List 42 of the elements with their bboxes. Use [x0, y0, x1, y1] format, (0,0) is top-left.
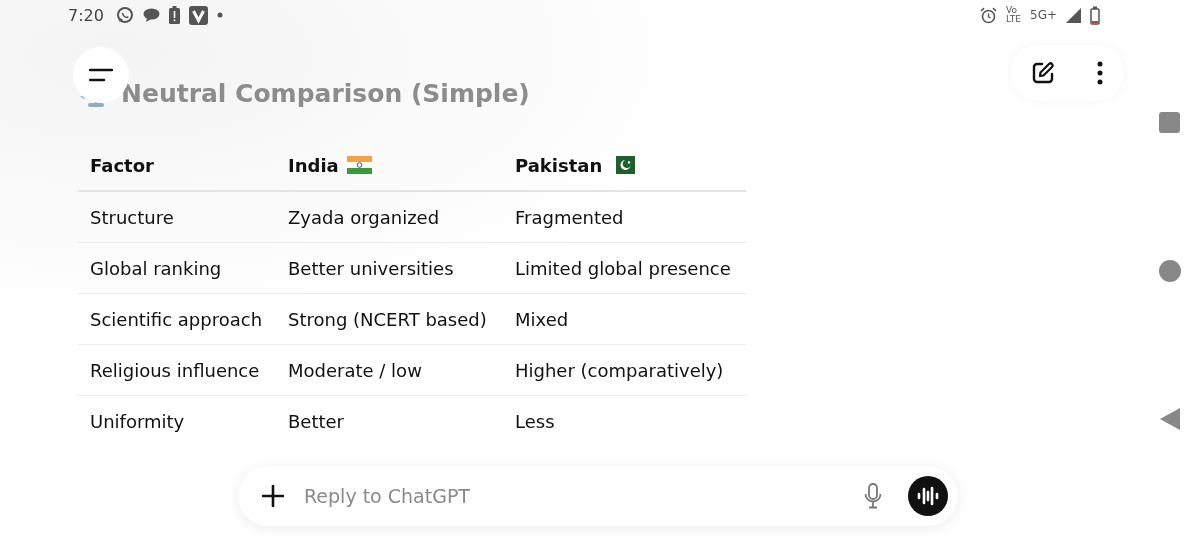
edit-icon [1031, 61, 1055, 85]
app-icon [188, 5, 208, 25]
table-cell: Religious influence [78, 344, 276, 396]
table-cell: Scientific approach [78, 293, 276, 345]
plus-icon[interactable] [262, 485, 284, 507]
alarm-icon [980, 6, 998, 24]
microphone-icon[interactable] [864, 483, 882, 509]
voice-mode-button[interactable] [908, 476, 948, 516]
india-flag-icon [346, 156, 372, 174]
network-label: LTE [1006, 15, 1021, 24]
home-icon[interactable] [1158, 259, 1181, 282]
table-cell: Less [503, 395, 746, 446]
table-cell: Better universities [276, 242, 503, 294]
more-icon [1097, 61, 1103, 85]
signal-icon [1066, 7, 1081, 23]
table-cell: Moderate / low [276, 344, 503, 396]
chat-bubble-icon [115, 6, 134, 24]
section-title: Neutral Comparison (Simple) [121, 78, 530, 108]
table-cell: Mixed [503, 293, 746, 345]
network-label: Vo [1006, 6, 1018, 15]
table-cell: Zyada organized [276, 191, 503, 243]
column-header: India [288, 154, 339, 176]
battery-alert-icon [168, 6, 180, 24]
table-cell: Structure [78, 191, 276, 243]
network-type-label: 5G+ [1030, 8, 1057, 22]
battery-icon [1090, 5, 1100, 25]
dot-icon [216, 12, 223, 18]
table-cell: Fragmented [503, 191, 746, 243]
column-header: Factor [90, 154, 154, 176]
reply-field[interactable]: Reply to ChatGPT [302, 484, 846, 508]
table-cell: Limited global presence [503, 242, 746, 294]
table-cell: Global ranking [78, 242, 276, 294]
column-header: Pakistan [515, 154, 603, 176]
table-cell: Better [276, 395, 503, 446]
table-cell: Strong (NCERT based) [276, 293, 503, 345]
table-cell: Uniformity [78, 395, 276, 446]
back-icon[interactable] [1159, 408, 1180, 430]
table-cell: Higher (comparatively) [503, 344, 746, 396]
menu-icon [89, 68, 113, 82]
message-icon [142, 7, 160, 23]
waveform-icon [917, 486, 939, 506]
status-time: 7:20 [68, 5, 104, 25]
